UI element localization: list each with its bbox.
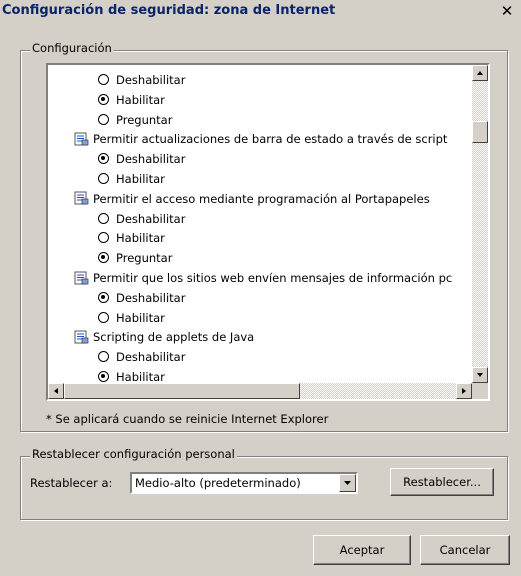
title-bar[interactable]: Configuración de seguridad: zona de Inte…: [0, 0, 521, 22]
radio-icon[interactable]: [98, 113, 109, 125]
radio-icon[interactable]: [98, 93, 109, 105]
vertical-scroll-thumb[interactable]: [472, 121, 488, 143]
close-icon[interactable]: ✕: [499, 3, 515, 19]
tree-row-label: Deshabilitar: [116, 350, 186, 365]
tree-row-label: Permitir actualizaciones de barra de est…: [93, 132, 448, 147]
radio-icon[interactable]: [98, 74, 109, 85]
script-setting-icon: [74, 330, 89, 344]
tree-row-label: Deshabilitar: [116, 73, 186, 87]
radio-option[interactable]: Preguntar: [98, 249, 172, 267]
tree-row-label: Habilitar: [116, 172, 165, 186]
arrow-right-icon: [462, 388, 466, 394]
radio-icon[interactable]: [98, 311, 109, 323]
scroll-up-button[interactable]: [472, 65, 488, 81]
arrow-down-icon: [477, 373, 483, 377]
reset-to-label: Restablecer a:: [30, 476, 113, 490]
scroll-left-button[interactable]: [48, 383, 64, 399]
radio-option[interactable]: Deshabilitar: [98, 289, 185, 307]
tree-row-label: Deshabilitar: [116, 152, 186, 167]
security-level-value: Medio-alto (predeterminado): [135, 476, 301, 490]
cancel-button[interactable]: Cancelar: [420, 535, 510, 565]
tree-row-label: Habilitar: [116, 231, 165, 246]
radio-option[interactable]: Habilitar: [98, 368, 165, 383]
radio-icon[interactable]: [98, 371, 109, 382]
tree-row-label: Habilitar: [116, 370, 165, 383]
radio-icon[interactable]: [98, 252, 109, 264]
radio-option[interactable]: Preguntar: [98, 111, 172, 129]
setting-item[interactable]: Permitir actualizaciones de barra de est…: [74, 130, 447, 148]
tree-row-label: Habilitar: [116, 92, 165, 107]
tree-row-label: Preguntar: [116, 112, 173, 127]
scrollbar-corner: [472, 383, 488, 399]
ok-button[interactable]: Aceptar: [313, 535, 411, 565]
tree-row-label: Permitir el acceso mediante programación…: [93, 191, 430, 206]
dropdown-button[interactable]: [339, 474, 356, 492]
radio-icon[interactable]: [98, 232, 109, 244]
radio-option[interactable]: Deshabilitar: [98, 150, 185, 168]
radio-icon[interactable]: [98, 351, 109, 363]
horizontal-scroll-thumb[interactable]: [64, 383, 300, 399]
setting-item[interactable]: Permitir que los sitios web envíen mensa…: [74, 269, 452, 287]
vertical-scrollbar[interactable]: [472, 65, 488, 383]
arrow-left-icon: [54, 388, 58, 394]
radio-icon[interactable]: [98, 173, 109, 184]
radio-icon[interactable]: [98, 291, 109, 303]
radio-option[interactable]: Habilitar: [98, 170, 165, 188]
tree-row-label: Deshabilitar: [116, 211, 186, 226]
ok-button-label: Aceptar: [339, 543, 385, 557]
radio-icon[interactable]: [98, 153, 109, 165]
tree-row-label: Scripting de applets de Java: [93, 330, 255, 345]
radio-option[interactable]: Habilitar: [98, 309, 165, 327]
reset-button-label: Restablecer...: [403, 475, 481, 489]
tree-row-label: Permitir que los sitios web envíen mensa…: [93, 271, 453, 285]
script-setting-icon: [74, 132, 89, 146]
security-level-select[interactable]: Medio-alto (predeterminado): [130, 472, 358, 494]
radio-icon[interactable]: [98, 212, 109, 224]
horizontal-scrollbar[interactable]: [48, 383, 472, 399]
radio-option[interactable]: Deshabilitar: [98, 210, 185, 228]
radio-option[interactable]: Habilitar: [98, 91, 165, 109]
script-setting-icon: [74, 191, 89, 205]
tree-row-label: Habilitar: [116, 310, 165, 325]
radio-option[interactable]: Habilitar: [98, 229, 165, 247]
scroll-right-button[interactable]: [456, 383, 472, 399]
script-setting-icon: [74, 271, 89, 285]
tree-row-label: Deshabilitar: [116, 290, 186, 305]
settings-tree-content: Deshabilitar Habilitar Preguntar Permitir a…: [48, 65, 472, 383]
setting-item[interactable]: Permitir el acceso mediante programación…: [74, 190, 430, 208]
window-title: Configuración de seguridad: zona de Inte…: [2, 3, 336, 18]
tree-row-label: Preguntar: [116, 251, 173, 266]
settings-group-label: Configuración: [30, 41, 114, 55]
setting-item[interactable]: Scripting de applets de Java: [74, 328, 254, 346]
arrow-up-icon: [477, 71, 483, 75]
radio-option[interactable]: Deshabilitar: [98, 71, 185, 89]
radio-option[interactable]: Deshabilitar: [98, 348, 185, 366]
chevron-down-icon: [344, 481, 351, 485]
scroll-down-button[interactable]: [472, 367, 488, 383]
cancel-button-label: Cancelar: [439, 543, 491, 557]
settings-tree[interactable]: Deshabilitar Habilitar Preguntar Permitir a…: [46, 63, 490, 401]
restart-note: * Se aplicará cuando se reinicie Interne…: [46, 412, 329, 426]
reset-button[interactable]: Restablecer...: [390, 468, 494, 496]
reset-group-label: Restablecer configuración personal: [30, 447, 237, 461]
